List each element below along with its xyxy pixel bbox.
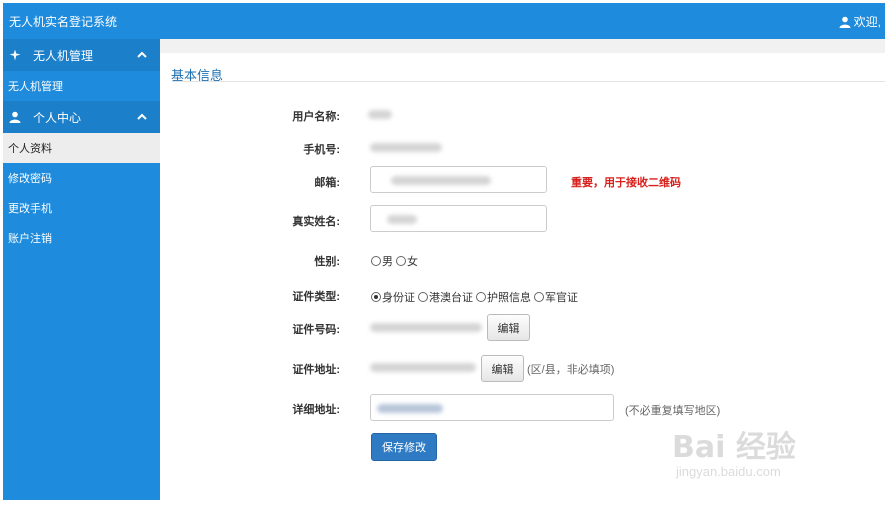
drone-icon [9, 49, 21, 61]
phone-label: 手机号: [303, 144, 340, 156]
sidebar-group-personal-center[interactable]: 个人中心 [3, 101, 160, 133]
id-type-option-id-card[interactable]: 身份证 [371, 289, 415, 305]
id-type-radio-group: 身份证 港澳台证 护照信息 军官证 [371, 289, 581, 305]
id-address-value-redacted [370, 363, 476, 372]
user-icon [839, 16, 851, 28]
baidu-watermark: Bai 经验 jingyan.baidu.com [672, 408, 842, 488]
app-title: 无人机实名登记系统 [9, 15, 118, 29]
phone-value-redacted [370, 143, 442, 152]
sidebar-item-drone-management[interactable]: 无人机管理 [3, 71, 160, 101]
id-number-value-redacted [370, 323, 482, 332]
edit-id-address-button[interactable]: 编辑 [481, 355, 524, 382]
sidebar-item-profile[interactable]: 个人资料 [3, 133, 160, 163]
id-type-option-military[interactable]: 军官证 [534, 289, 578, 305]
radio-icon[interactable] [371, 256, 381, 266]
user-icon [9, 111, 21, 123]
gender-label: 性别: [314, 256, 340, 268]
sidebar-item-cancel-account[interactable]: 账户注销 [3, 223, 160, 253]
realname-field[interactable] [370, 205, 547, 232]
detail-address-field[interactable] [370, 394, 614, 421]
username-label: 用户名称: [292, 111, 340, 123]
detail-address-label: 详细地址: [292, 404, 340, 416]
chevron-up-icon[interactable] [136, 49, 148, 61]
top-bar: 无人机实名登记系统 欢迎, [3, 3, 885, 39]
id-type-option-hk-macau-taiwan[interactable]: 港澳台证 [418, 289, 473, 305]
id-type-label: 证件类型: [292, 291, 340, 303]
chevron-up-icon[interactable] [136, 111, 148, 123]
radio-icon[interactable] [418, 292, 428, 302]
email-label: 邮箱: [314, 177, 340, 189]
username-value-redacted [368, 110, 392, 119]
sidebar-group-label: 无人机管理 [33, 48, 94, 63]
sidebar-group-drone-management[interactable]: 无人机管理 [3, 39, 160, 71]
welcome-area[interactable]: 欢迎, [839, 13, 881, 30]
realname-label: 真实姓名: [292, 216, 340, 228]
sidebar-item-change-phone[interactable]: 更改手机 [3, 193, 160, 223]
radio-icon[interactable] [396, 256, 406, 266]
radio-icon[interactable] [476, 292, 486, 302]
gender-option-male[interactable]: 男 [371, 253, 393, 269]
radio-checked-icon[interactable] [371, 292, 381, 302]
email-important-note: 重要，用于接收二维码 [571, 177, 681, 189]
gender-option-female[interactable]: 女 [396, 253, 418, 269]
gender-radio-group: 男 女 [371, 253, 421, 269]
watermark-brand: Bai 经验 [672, 430, 796, 465]
sidebar: 无人机管理 无人机管理 个人中心 个人资料 修改密码 更改手机 账户注销 [3, 39, 160, 500]
watermark-url: jingyan.baidu.com [676, 464, 781, 479]
id-type-option-passport[interactable]: 护照信息 [476, 289, 531, 305]
sidebar-item-change-password[interactable]: 修改密码 [3, 163, 160, 193]
save-button[interactable]: 保存修改 [371, 433, 437, 461]
section-divider [172, 81, 885, 82]
welcome-text: 欢迎, [853, 15, 881, 29]
edit-id-number-button[interactable]: 编辑 [487, 314, 530, 341]
id-number-label: 证件号码: [292, 324, 340, 336]
email-field[interactable] [370, 166, 547, 193]
id-address-hint: (区/县，非必填项) [527, 364, 615, 376]
email-value-redacted [391, 176, 491, 185]
content-top-strip [160, 39, 885, 53]
detail-address-value-redacted [377, 404, 443, 413]
radio-icon[interactable] [534, 292, 544, 302]
realname-value-redacted [387, 215, 417, 224]
sidebar-group-label: 个人中心 [33, 110, 82, 125]
id-address-label: 证件地址: [292, 364, 340, 376]
